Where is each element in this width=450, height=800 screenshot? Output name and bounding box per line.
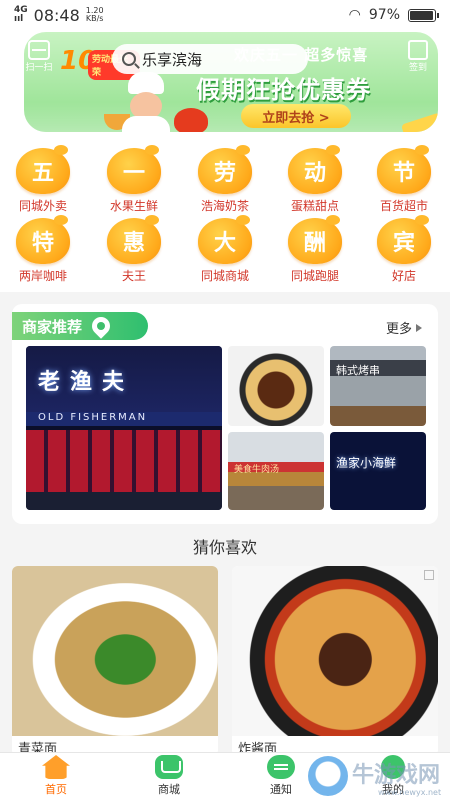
nav-notice-label: 通知 [270,783,292,796]
category-item[interactable]: 酬 同城跑腿 [279,215,351,290]
category-icon: 惠 [107,215,161,264]
more-label: 更多 [385,322,412,337]
category-label: 好店 [391,269,416,283]
category-label: 夫王 [121,269,146,283]
nav-home-label: 首页 [45,783,67,796]
wifi-icon: ◠ [348,7,361,23]
category-label: 水果生鲜 [109,199,158,213]
category-icon: 五 [16,145,70,194]
category-item[interactable]: 惠 夫王 [98,215,170,290]
merchant-photo-beef-soup[interactable]: 美食牛肉汤 [228,432,324,510]
category-label: 两岸咖啡 [18,269,67,283]
lobster-graphic [174,108,208,132]
category-item[interactable]: 一 水果生鲜 [98,145,170,220]
merchant-section-title: 商家推荐 [22,317,83,336]
battery-percent: 97% [368,7,400,23]
battery-icon [408,8,439,22]
category-item[interactable]: 动 蛋糕甜点 [279,145,351,220]
scan-icon [28,40,50,60]
merchant-photo-seafood[interactable]: 渔家小海鲜 [330,432,426,510]
banner-title: 假期狂抢优惠券 [196,76,371,104]
category-icon: 一 [107,145,161,194]
merchant-photo-korean-bbq[interactable]: 韩式烤串 [330,346,426,426]
category-label: 同城商城 [200,269,249,283]
category-icon: 大 [198,215,252,264]
search-icon [122,52,136,66]
category-item[interactable]: 节 百货超市 [368,145,440,220]
user-icon [381,755,405,779]
chef-body-graphic [122,116,170,132]
store-sign: 韩式烤串 [336,364,380,377]
signal-bars-icon: ııl [14,14,24,24]
category-label: 百货超市 [379,199,428,213]
category-icon: 节 [377,145,431,194]
category-label: 浩海奶茶 [200,199,249,213]
chef-hat-graphic [128,72,164,94]
nav-home[interactable]: 首页 [21,753,91,800]
category-icon: 特 [16,215,70,264]
category-label: 同城跑腿 [290,269,339,283]
category-item[interactable]: 特 两岸咖啡 [7,215,79,290]
food-image [12,566,218,736]
bottom-nav: 首页 商城 通知 我的 [0,752,450,800]
category-grid: 五 同城外卖 一 水果生鲜 劳 浩海奶茶 动 蛋糕甜点 节 百货超市 特 两岸咖… [0,140,450,292]
message-icon [267,755,295,779]
merchant-section-header: 商家推荐 [12,312,148,340]
food-card[interactable]: 炸酱面 [232,566,438,756]
banner-stripe [24,102,438,132]
food-image [232,566,438,736]
category-item[interactable]: 劳 浩海奶茶 [189,145,261,220]
banner-subtitle: 欢庆五一 超多惊喜 [234,46,369,64]
location-pin-icon [88,313,114,339]
category-label: 同城外卖 [18,199,67,213]
category-icon: 酬 [288,215,342,264]
grab-coupon-button[interactable]: 立即去抢 > [241,104,351,128]
checkin-button[interactable]: 签到 [400,40,436,76]
nav-mall-label: 商城 [158,783,180,796]
category-item[interactable]: 宾 好店 [368,215,440,290]
clock: 08:48 [33,5,80,25]
home-icon [42,755,70,779]
nav-mine-label: 我的 [382,783,404,796]
category-icon: 宾 [377,215,431,264]
store-sign: 美食牛肉汤 [234,465,280,475]
store-sign-en: OLD FISHERMAN [26,412,222,426]
merchant-recommend-card: 商家推荐 更多 老渔夫 OLD FISHERMAN 韩式烤串 美食牛肉汤 渔家小… [12,304,438,524]
food-card[interactable]: 青菜面 [12,566,218,756]
category-item[interactable]: 五 同城外卖 [7,145,79,220]
nav-mall[interactable]: 商城 [134,753,204,800]
merchant-photo-noodle[interactable] [228,346,324,426]
checkin-label: 签到 [408,63,427,73]
close-icon[interactable] [424,570,434,580]
scan-button[interactable]: 扫一扫 [24,40,54,76]
speed-unit: KB/s [85,14,104,23]
network-indicator: 4G ııl [14,6,28,24]
shop-icon [155,755,183,779]
category-item[interactable]: 大 同城商城 [189,215,261,290]
store-windows [26,430,222,492]
category-icon: 劳 [198,145,252,194]
more-link[interactable]: 更多 [386,318,422,337]
store-ground [26,492,222,510]
search-text: 乐享滨海 [142,50,203,69]
chevron-right-icon [416,323,422,332]
category-label: 蛋糕甜点 [290,199,339,213]
network-speed: 1.20 KB/s [86,7,104,23]
category-icon: 动 [288,145,342,194]
calendar-icon [408,40,428,60]
nav-notice[interactable]: 通知 [246,753,316,800]
guess-section-title: 猜你喜欢 [192,538,257,557]
status-bar: 4G ııl 08:48 1.20 KB/s ◠ 97% [0,0,450,30]
store-sign: 渔家小海鲜 [336,456,397,470]
store-sign: 老渔夫 [38,369,135,395]
scan-label: 扫一扫 [25,63,53,73]
nav-mine[interactable]: 我的 [358,753,428,800]
merchant-photo-fisherman[interactable]: 老渔夫 OLD FISHERMAN [26,346,222,510]
